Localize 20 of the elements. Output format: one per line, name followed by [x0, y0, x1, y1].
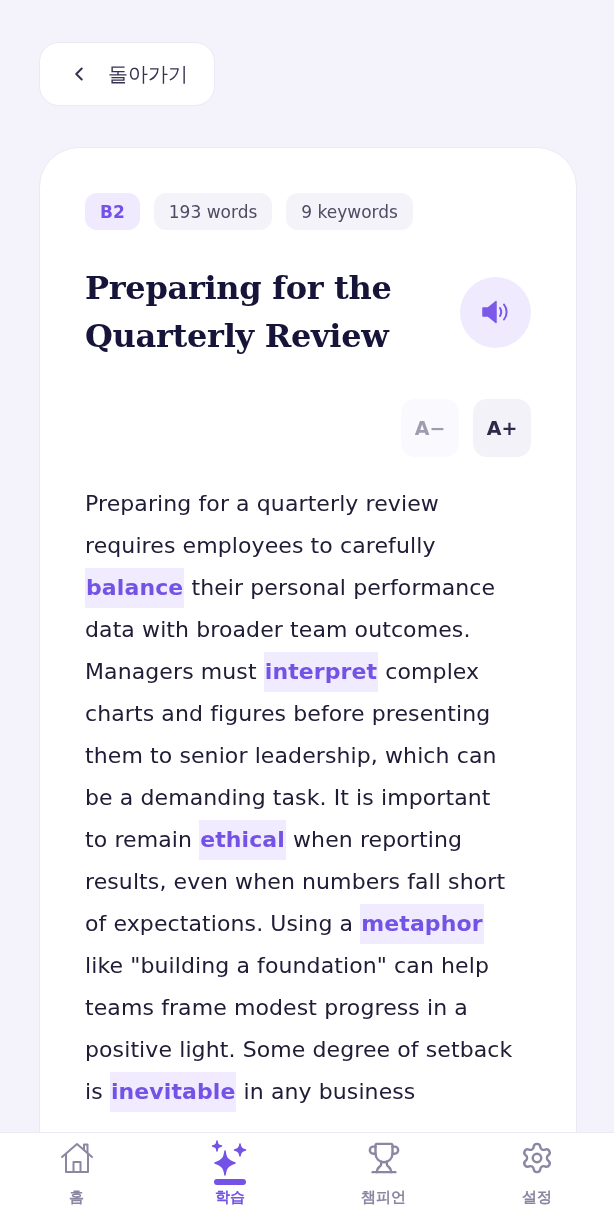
nav-tab[interactable]: 챔피언: [307, 1133, 461, 1214]
nav-tab[interactable]: 설정: [460, 1133, 614, 1214]
nav-tab[interactable]: 홈: [0, 1133, 154, 1214]
keyword-link[interactable]: inevitable: [109, 1072, 237, 1112]
count-tag: 9 keywords: [286, 193, 413, 230]
keyword-link[interactable]: metaphor: [360, 904, 484, 944]
keyword-link[interactable]: balance: [85, 568, 185, 608]
back-button[interactable]: 돌아가기: [39, 42, 215, 106]
active-tab-indicator: [214, 1179, 247, 1185]
keyword-link[interactable]: interpret: [263, 652, 379, 692]
keyword-link[interactable]: ethical: [199, 820, 286, 860]
article-title: Preparing for the Quarterly Review: [85, 268, 393, 357]
article-body-text: Preparing for a quarterly review requires employees to carefully balance their personal performance data with broader team outcomes. Managers must interpret complex charts and figures before presenting them to senior leadership, which can be a demanding task. It is important to remain ethical when reporting results, even when numbers fall short of expectations. Using a metaphor like "building a foundation" can help teams frame modest progress in a positive light. Some degree of setback is inevitable in any business: [85, 483, 517, 1113]
speaker-icon: [481, 300, 510, 324]
count-tag: 193 words: [153, 193, 273, 230]
increase-font-button[interactable]: A+: [473, 399, 531, 457]
trophy-icon: [366, 1141, 401, 1175]
level-badge: B2: [85, 193, 140, 230]
home-icon: [59, 1141, 94, 1175]
nav-tab[interactable]: 학습: [153, 1133, 307, 1214]
